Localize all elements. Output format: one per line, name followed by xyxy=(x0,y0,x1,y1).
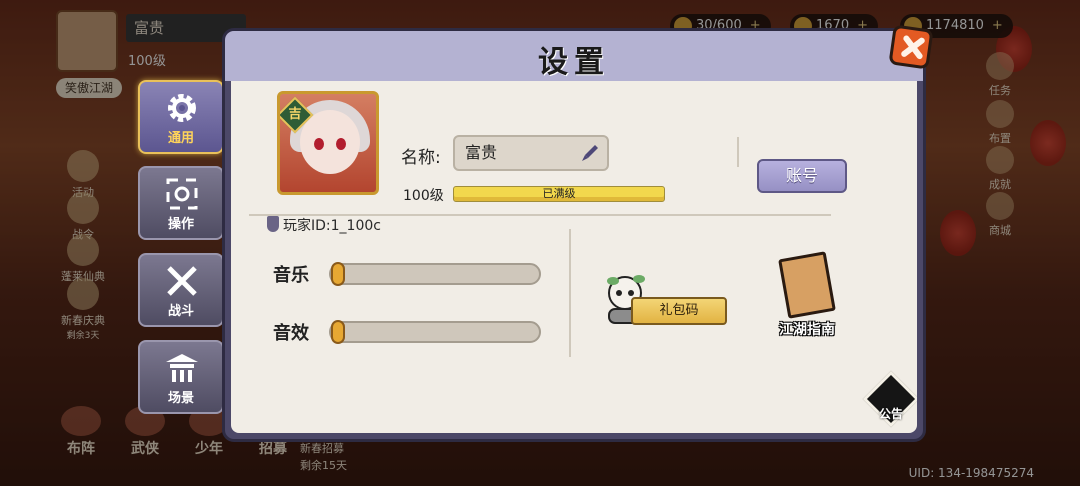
gift-code-button[interactable]: 礼包码 xyxy=(631,297,727,325)
sound-slider-knob[interactable] xyxy=(331,320,345,344)
settings-modal: 设置 吉 玩家ID:1_100c 名称: 富贵 100级 已满级 账号 音乐 音… xyxy=(222,24,934,442)
id-tag-icon xyxy=(267,216,279,232)
tab-label: 战斗 xyxy=(167,304,194,319)
settings-panel: 吉 玩家ID:1_100c 名称: 富贵 100级 已满级 账号 音乐 音效 礼… xyxy=(231,81,917,433)
tab-battle[interactable]: 战斗 xyxy=(138,253,224,327)
gear-icon xyxy=(168,94,196,122)
modal-title: 设置 xyxy=(538,45,610,80)
level-bar: 已满级 xyxy=(453,186,665,202)
book-icon xyxy=(778,251,836,319)
tab-label: 场景 xyxy=(167,391,194,406)
brush-edit-icon[interactable] xyxy=(579,143,599,163)
guide-label: 江湖指南 xyxy=(779,322,835,338)
music-slider-knob[interactable] xyxy=(331,262,345,286)
tab-label: 操作 xyxy=(167,217,194,232)
notice-button[interactable]: 公告 xyxy=(862,370,917,428)
close-button[interactable] xyxy=(888,24,934,70)
tab-general[interactable]: 通用 xyxy=(138,80,224,154)
tab-label: 通用 xyxy=(167,131,194,146)
music-label: 音乐 xyxy=(273,265,309,286)
divider xyxy=(249,214,831,216)
crosshair-icon xyxy=(166,178,198,210)
sound-label: 音效 xyxy=(273,323,309,344)
tab-scene[interactable]: 场景 xyxy=(138,340,224,414)
name-field[interactable]: 富贵 xyxy=(453,135,609,171)
divider xyxy=(737,137,739,167)
player-id: 玩家ID:1_100c xyxy=(267,215,381,235)
crossed-swords-icon xyxy=(167,266,197,296)
music-slider[interactable] xyxy=(329,262,541,286)
account-button[interactable]: 账号 xyxy=(757,159,847,193)
level-status: 已满级 xyxy=(542,187,576,200)
divider xyxy=(569,229,571,357)
name-label: 名称: xyxy=(401,148,441,168)
level-label: 100级 xyxy=(403,188,444,204)
player-avatar[interactable]: 吉 xyxy=(277,91,379,195)
tab-controls[interactable]: 操作 xyxy=(138,166,224,240)
jianghu-guide[interactable]: 江湖指南 xyxy=(765,245,849,345)
gift-code-entry[interactable]: 礼包码 xyxy=(591,271,731,335)
sound-slider[interactable] xyxy=(329,320,541,344)
pavilion-icon xyxy=(166,354,198,382)
modal-header: 设置 xyxy=(225,31,923,81)
